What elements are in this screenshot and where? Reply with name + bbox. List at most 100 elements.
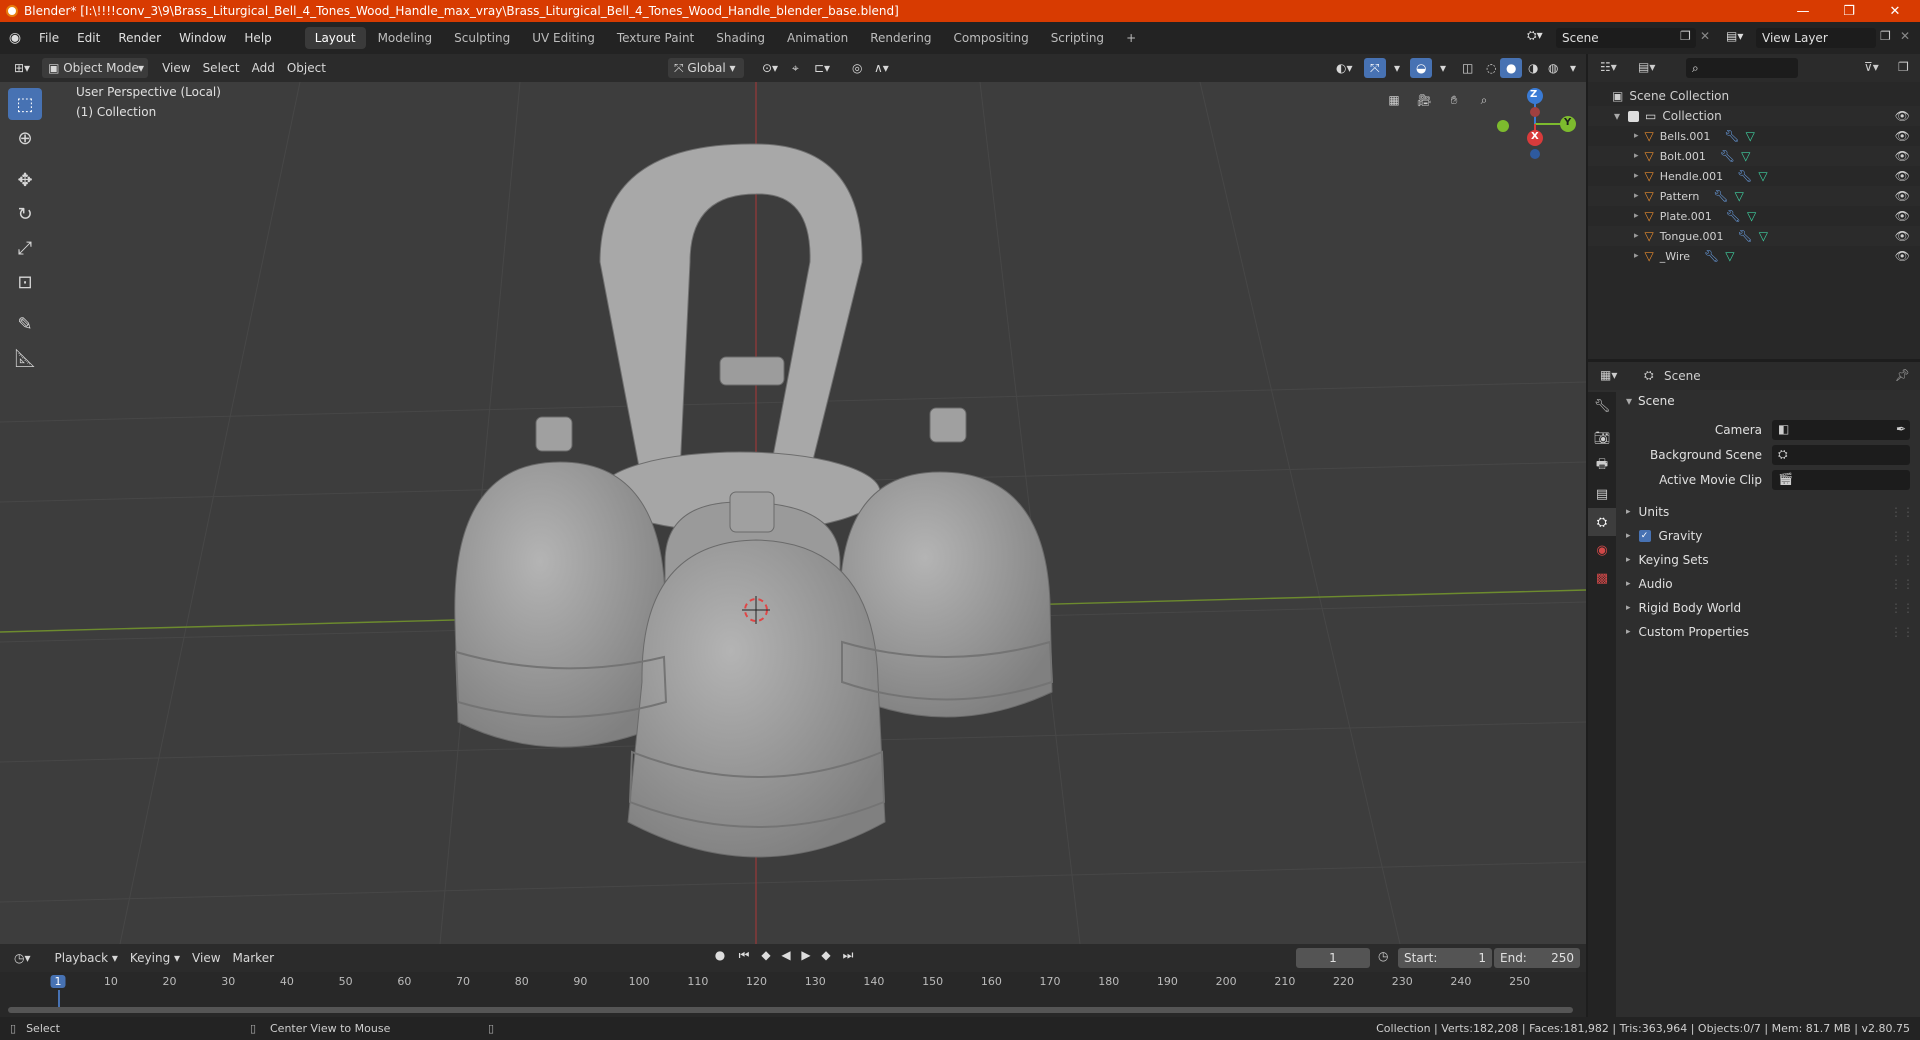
jump-keyframe-back-icon[interactable]: ◆ xyxy=(758,948,774,963)
visibility-eye-icon[interactable]: 👁︎ xyxy=(1895,129,1910,143)
snap-icon[interactable]: ⌖ xyxy=(786,58,805,78)
menu-help[interactable]: Help xyxy=(235,22,280,54)
mesh-data-icon[interactable]: ▽ xyxy=(1758,169,1767,183)
pivot-point-icon[interactable]: ⊙▾ xyxy=(756,58,784,78)
solid-shading-icon[interactable]: ● xyxy=(1500,58,1523,78)
menu-window[interactable]: Window xyxy=(170,22,235,54)
menu-edit[interactable]: Edit xyxy=(68,22,109,54)
minimize-button[interactable]: — xyxy=(1780,0,1826,22)
3d-viewport[interactable]: User Perspective (Local) (1) Collection … xyxy=(0,82,1586,944)
visibility-eye-icon[interactable]: 👁︎ xyxy=(1895,149,1910,163)
mesh-data-icon[interactable]: ▽ xyxy=(1759,229,1768,243)
tool-properties-tab-icon[interactable]: 🔧︎ xyxy=(1588,392,1616,420)
modifier-wrench-icon[interactable]: 🔧︎ xyxy=(1704,249,1719,263)
subpanel-header[interactable]: ▸ ✓ Gravity ⋮⋮ xyxy=(1620,524,1920,548)
outliner-object-row[interactable]: ▸ ▽ Hendle.001 🔧︎ ▽ 👁︎ xyxy=(1588,166,1920,186)
remove-scene-icon[interactable]: ✕ xyxy=(1700,29,1710,43)
output-properties-tab-icon[interactable]: 🖶︎ xyxy=(1588,452,1616,480)
expand-arrow-icon[interactable]: ▾ xyxy=(1614,109,1620,123)
tab-sculpting[interactable]: Sculpting xyxy=(444,27,520,49)
tab-texture-paint[interactable]: Texture Paint xyxy=(607,27,704,49)
outliner-search-input[interactable]: ⌕ xyxy=(1686,58,1798,78)
subpanel-header[interactable]: ▸ Keying Sets ⋮⋮ xyxy=(1620,548,1920,572)
outliner-object-row[interactable]: ▸ ▽ Bolt.001 🔧︎ ▽ 👁︎ xyxy=(1588,146,1920,166)
frame-ruler[interactable]: 1 10 20 30 40 50 60 70 80 90 100 110 120 130 140 150 160… xyxy=(0,972,1586,1010)
outliner-editor-type-icon[interactable]: ☷▾ xyxy=(1600,60,1617,74)
scene-panel-header[interactable]: ▾ Scene xyxy=(1620,390,1920,412)
play-reverse-icon[interactable]: ◀ xyxy=(778,948,794,963)
selectability-icon[interactable]: ◐▾ xyxy=(1330,58,1359,78)
menu-add[interactable]: Add xyxy=(246,58,281,78)
new-view-layer-icon[interactable]: ❐ xyxy=(1880,29,1891,43)
camera-view-icon[interactable]: 🎥︎ xyxy=(1412,88,1436,112)
drag-handle-icon[interactable]: ⋮⋮ xyxy=(1890,577,1914,591)
menu-view[interactable]: View xyxy=(156,58,196,78)
expand-arrow-icon[interactable]: ▸ xyxy=(1634,191,1639,201)
start-frame-field[interactable]: Start: 1 xyxy=(1398,948,1492,968)
select-box-tool-icon[interactable]: ⬚ xyxy=(8,88,42,120)
background-scene-field[interactable] xyxy=(1772,445,1910,465)
expand-arrow-icon[interactable]: ▸ xyxy=(1634,131,1639,141)
tab-shading[interactable]: Shading xyxy=(706,27,775,49)
scene-properties-tab-icon[interactable]: ⛭ xyxy=(1588,508,1616,536)
view-layer-icon[interactable]: ▤▾ xyxy=(1726,29,1743,43)
jump-keyframe-forward-icon[interactable]: ◆ xyxy=(818,948,834,963)
annotate-tool-icon[interactable]: ✎ xyxy=(8,308,42,340)
subpanel-header[interactable]: ▸ Custom Properties ⋮⋮ xyxy=(1620,620,1920,644)
eyedropper-icon[interactable]: ✒ xyxy=(1896,422,1906,436)
tab-layout[interactable]: Layout xyxy=(304,27,366,49)
cursor-tool-icon[interactable]: ⊕ xyxy=(8,122,42,154)
menu-marker[interactable]: Marker xyxy=(227,948,280,968)
pan-view-icon[interactable]: ✋︎ xyxy=(1442,88,1466,112)
gravity-checkbox[interactable]: ✓ xyxy=(1638,530,1651,542)
visibility-eye-icon[interactable]: 👁︎ xyxy=(1895,189,1910,203)
modifier-wrench-icon[interactable]: 🔧︎ xyxy=(1726,209,1741,223)
expand-arrow-icon[interactable]: ▸ xyxy=(1634,231,1639,241)
expand-arrow-icon[interactable]: ▸ xyxy=(1634,211,1639,221)
render-properties-tab-icon[interactable]: 📷︎ xyxy=(1588,424,1616,452)
modifier-wrench-icon[interactable]: 🔧︎ xyxy=(1738,229,1753,243)
expand-arrow-icon[interactable]: ▸ xyxy=(1634,151,1639,161)
mesh-data-icon[interactable]: ▽ xyxy=(1741,149,1750,163)
outliner-object-row[interactable]: ▸ ▽ Plate.001 🔧︎ ▽ 👁︎ xyxy=(1588,206,1920,226)
subpanel-header[interactable]: ▸ Units ⋮⋮ xyxy=(1620,500,1920,524)
menu-select[interactable]: Select xyxy=(197,58,246,78)
tab-animation[interactable]: Animation xyxy=(777,27,858,49)
timeline-area[interactable]: 1 10 20 30 40 50 60 70 80 90 100 110 120 130 140 150 160… xyxy=(0,972,1586,1017)
menu-keying[interactable]: Keying ▾ xyxy=(124,948,186,968)
new-collection-icon[interactable]: ❐ xyxy=(1898,60,1909,74)
jump-start-icon[interactable]: ⏮ xyxy=(734,948,754,963)
drag-handle-icon[interactable]: ⋮⋮ xyxy=(1890,553,1914,567)
menu-object[interactable]: Object xyxy=(281,58,332,78)
snap-target-icon[interactable]: ⊏▾ xyxy=(808,58,836,78)
overlays-dropdown-icon[interactable]: ▾ xyxy=(1434,58,1452,78)
transform-orientation-dropdown[interactable]: ⤧ Global ▾ xyxy=(668,58,744,78)
timeline-scrollbar[interactable] xyxy=(8,1007,1573,1013)
tab-scripting[interactable]: Scripting xyxy=(1041,27,1114,49)
drag-handle-icon[interactable]: ⋮⋮ xyxy=(1890,601,1914,615)
visibility-eye-icon[interactable]: 👁︎ xyxy=(1895,169,1910,183)
rendered-shading-icon[interactable]: ◍ xyxy=(1542,58,1564,78)
end-frame-field[interactable]: End: 250 xyxy=(1494,948,1580,968)
outliner-object-row[interactable]: ▸ ▽ Bells.001 🔧︎ ▽ 👁︎ xyxy=(1588,126,1920,146)
transform-tool-icon[interactable]: ⊡ xyxy=(8,266,42,298)
pin-icon[interactable]: 📌︎ xyxy=(1895,368,1910,382)
outliner-object-row[interactable]: ▸ ▽ Pattern 🔧︎ ▽ 👁︎ xyxy=(1588,186,1920,206)
object-mode-dropdown[interactable]: ▣ Object Mode ▾ xyxy=(42,58,149,78)
display-mode-icon[interactable]: ▤▾ xyxy=(1638,60,1655,74)
remove-view-layer-icon[interactable]: ✕ xyxy=(1900,29,1910,43)
zoom-view-icon[interactable]: ⌕ xyxy=(1472,88,1496,112)
gizmo-dropdown-icon[interactable]: ▾ xyxy=(1388,58,1406,78)
move-tool-icon[interactable]: ✥ xyxy=(8,164,42,196)
gizmo-toggle-icon[interactable]: ⤧ xyxy=(1364,58,1386,78)
tab-modeling[interactable]: Modeling xyxy=(368,27,443,49)
modifier-wrench-icon[interactable]: 🔧︎ xyxy=(1713,189,1728,203)
tab-rendering[interactable]: Rendering xyxy=(860,27,941,49)
visibility-eye-icon[interactable]: 👁︎ xyxy=(1895,109,1910,123)
visibility-eye-icon[interactable]: 👁︎ xyxy=(1895,229,1910,243)
new-scene-icon[interactable]: ❐ xyxy=(1680,29,1691,43)
viewport-scene[interactable] xyxy=(0,82,1586,944)
timeline-editor-type-icon[interactable]: ◷▾ xyxy=(8,948,37,968)
close-button[interactable]: ✕ xyxy=(1872,0,1918,22)
clock-icon[interactable]: ◷ xyxy=(1378,949,1388,963)
